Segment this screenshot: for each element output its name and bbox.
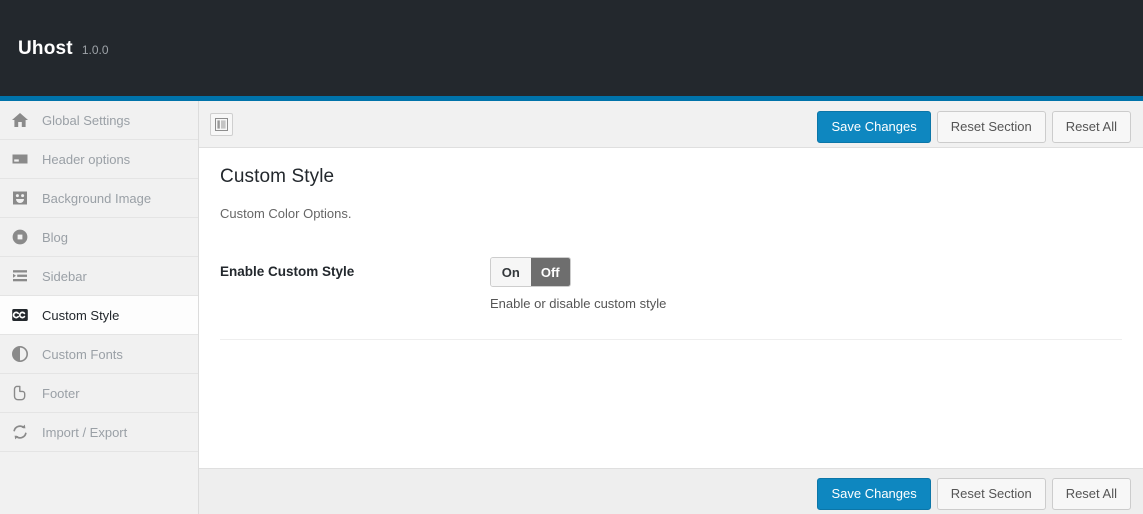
- toggle-off-segment[interactable]: Off: [531, 258, 571, 286]
- brand-version: 1.0.0: [82, 43, 109, 57]
- sidebar-item-header-options[interactable]: Header options: [0, 140, 198, 179]
- toggle-on-segment[interactable]: On: [491, 258, 531, 286]
- field-help-text: Enable or disable custom style: [490, 296, 1122, 311]
- creative-commons-icon: [10, 305, 30, 325]
- expand-options-icon[interactable]: [210, 113, 233, 136]
- home-icon: [10, 110, 30, 130]
- section-description: Custom Color Options.: [220, 206, 1122, 221]
- image-smiley-icon: [10, 188, 30, 208]
- page-header: Uhost 1.0.0: [0, 0, 1143, 96]
- pointing-hand-icon: [10, 383, 30, 403]
- sidebar-item-background-image[interactable]: Background Image: [0, 179, 198, 218]
- sidebar-item-custom-fonts[interactable]: Custom Fonts: [0, 335, 198, 374]
- sidebar-item-footer[interactable]: Footer: [0, 374, 198, 413]
- reset-all-button[interactable]: Reset All: [1052, 111, 1131, 143]
- sidebar-item-label: Blog: [42, 230, 68, 245]
- section-title: Custom Style: [220, 166, 1122, 188]
- toolbar-button-group: Save Changes Reset Section Reset All: [817, 111, 1131, 143]
- sidebar-item-label: Global Settings: [42, 113, 130, 128]
- sidebar-list-icon: [10, 266, 30, 286]
- sidebar-item-label: Background Image: [42, 191, 151, 206]
- bottom-toolbar: Save Changes Reset Section Reset All: [199, 468, 1143, 514]
- field-control: On Off Enable or disable custom style: [490, 257, 1122, 311]
- enable-custom-style-toggle[interactable]: On Off: [490, 257, 571, 287]
- header-card-icon: [10, 149, 30, 169]
- sidebar-item-label: Header options: [42, 152, 130, 167]
- reset-all-button-footer[interactable]: Reset All: [1052, 478, 1131, 510]
- footer-button-group: Save Changes Reset Section Reset All: [817, 478, 1131, 510]
- half-circle-icon: [10, 344, 30, 364]
- main-panel: Save Changes Reset Section Reset All Cus…: [199, 101, 1143, 514]
- section-content: Custom Style Custom Color Options. Enabl…: [199, 148, 1143, 340]
- save-changes-button-footer[interactable]: Save Changes: [817, 478, 930, 510]
- sidebar-item-label: Custom Style: [42, 308, 119, 323]
- sidebar-item-custom-style[interactable]: Custom Style: [0, 296, 198, 335]
- blog-circle-icon: [10, 227, 30, 247]
- sidebar-item-label: Sidebar: [42, 269, 87, 284]
- sidebar-item-sidebar[interactable]: Sidebar: [0, 257, 198, 296]
- save-changes-button[interactable]: Save Changes: [817, 111, 930, 143]
- field-enable-custom-style: Enable Custom Style On Off Enable or dis…: [220, 257, 1122, 340]
- top-toolbar: Save Changes Reset Section Reset All: [199, 101, 1143, 148]
- brand: Uhost 1.0.0: [18, 38, 109, 60]
- sidebar-item-global-settings[interactable]: Global Settings: [0, 101, 198, 140]
- sidebar-item-import-export[interactable]: Import / Export: [0, 413, 198, 452]
- admin-options-page: Uhost 1.0.0 Global Settings Header optio…: [0, 0, 1143, 514]
- reset-section-button-footer[interactable]: Reset Section: [937, 478, 1046, 510]
- sidebar-item-label: Footer: [42, 386, 80, 401]
- brand-name: Uhost: [18, 38, 73, 60]
- sidebar-item-label: Custom Fonts: [42, 347, 123, 362]
- sidebar-item-blog[interactable]: Blog: [0, 218, 198, 257]
- reset-section-button[interactable]: Reset Section: [937, 111, 1046, 143]
- refresh-arrows-icon: [10, 422, 30, 442]
- field-label: Enable Custom Style: [220, 257, 490, 279]
- sidebar: Global Settings Header options Backgroun…: [0, 101, 199, 514]
- sidebar-item-label: Import / Export: [42, 425, 127, 440]
